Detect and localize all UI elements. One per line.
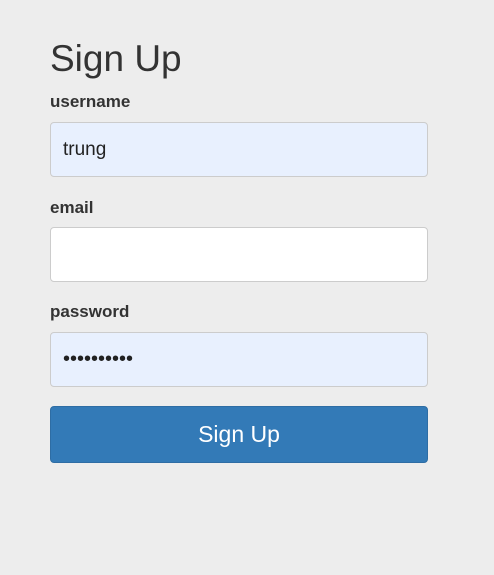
username-value: trung: [63, 138, 107, 160]
username-label: username: [50, 92, 131, 111]
page-title: Sign Up: [50, 38, 182, 79]
sign-up-button[interactable]: Sign Up: [50, 406, 428, 463]
signup-page: Sign Up username trung email password ••…: [0, 0, 494, 575]
password-field[interactable]: ••••••••••: [50, 332, 428, 387]
email-field[interactable]: [50, 227, 428, 282]
username-field[interactable]: trung: [50, 122, 428, 177]
password-label: password: [50, 302, 130, 321]
email-label: email: [50, 198, 94, 217]
signup-form: Sign Up username trung email password ••…: [50, 36, 428, 463]
password-value: ••••••••••: [63, 348, 134, 370]
